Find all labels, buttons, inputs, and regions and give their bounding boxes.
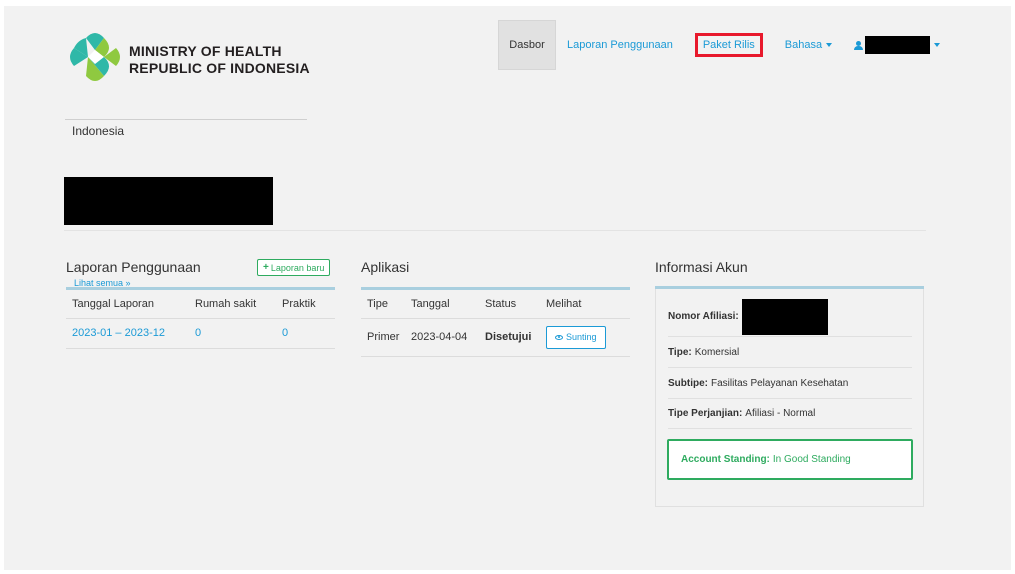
application-type: Primer: [361, 318, 411, 357]
edit-button[interactable]: Sunting: [546, 325, 606, 349]
country-label: Indonesia: [72, 124, 125, 138]
column-header: Tipe: [361, 290, 411, 319]
top-nav: Dasbor Laporan Penggunaan Paket Rilis Ba…: [498, 20, 951, 70]
chevron-down-icon: [934, 43, 941, 47]
new-report-button[interactable]: + Laporan baru: [257, 259, 331, 276]
eye-icon: [555, 334, 563, 340]
account-standing-value: In Good Standing: [772, 454, 851, 465]
subtype-label: Subtipe:: [668, 377, 708, 389]
logo-line-1: MINISTRY OF HEALTH: [129, 43, 282, 59]
divider: [65, 119, 307, 120]
nav-language-dropdown[interactable]: Bahasa: [774, 20, 843, 70]
agreement-type-value: Afiliasi - Normal: [745, 408, 816, 419]
nav-dashboard[interactable]: Dasbor: [498, 20, 556, 70]
applications-title: Aplikasi: [361, 259, 410, 275]
redacted-username: [865, 36, 931, 54]
affiliate-number-label: Nomor Afiliasi:: [668, 311, 739, 322]
user-icon: [854, 40, 864, 50]
application-date: 2023-04-04: [411, 318, 485, 357]
subtype-value: Fasilitas Pelayanan Kesehatan: [711, 377, 849, 389]
account-info-panel: Nomor Afiliasi: Tipe: Komersial Subtipe:…: [655, 289, 924, 507]
logo-icon: [70, 33, 120, 81]
plus-icon: +: [263, 262, 269, 273]
account-standing-label: Account Standing:: [681, 454, 770, 465]
nav-release-packages-label: Paket Rilis: [694, 33, 763, 57]
application-action-cell: Sunting: [546, 318, 630, 357]
usage-reports-title: Laporan Penggunaan: [66, 259, 201, 275]
type-label: Tipe:: [668, 346, 692, 358]
table-row: Primer 2023-04-04 Disetujui Sunting: [361, 318, 630, 357]
divider: [64, 230, 926, 231]
type-row: Tipe: Komersial: [668, 337, 912, 368]
report-period-link[interactable]: 2023-01 – 2023-12: [66, 318, 195, 349]
nav-language-label: Bahasa: [784, 39, 823, 51]
column-header: Rumah sakit: [195, 290, 282, 319]
page: MINISTRY OF HEALTH REPUBLIC OF INDONESIA…: [4, 6, 1011, 570]
edit-label: Sunting: [566, 332, 597, 342]
table-header-row: Tipe Tanggal Status Melihat: [361, 290, 630, 319]
column-header: Tanggal: [411, 290, 485, 319]
column-header: Praktik: [282, 290, 335, 319]
nav-release-packages[interactable]: Paket Rilis: [684, 20, 774, 70]
affiliate-number-row: Nomor Afiliasi:: [668, 297, 912, 337]
hospitals-count-link[interactable]: 0: [195, 318, 282, 349]
account-info-title: Informasi Akun: [655, 259, 748, 275]
new-report-label: Laporan baru: [270, 262, 325, 273]
practices-count-link[interactable]: 0: [282, 318, 335, 349]
account-standing-badge: Account Standing: In Good Standing: [667, 439, 913, 480]
type-value: Komersial: [694, 346, 740, 358]
redacted-organization-name: [64, 177, 273, 225]
table-header-row: Tanggal Laporan Rumah sakit Praktik: [66, 290, 335, 319]
column-header: Melihat: [546, 290, 630, 319]
redacted-affiliate-number: [741, 298, 828, 335]
application-status: Disetujui: [485, 318, 546, 357]
chevron-down-icon: [826, 43, 833, 47]
ministry-logo[interactable]: MINISTRY OF HEALTH REPUBLIC OF INDONESIA: [64, 26, 314, 90]
logo-text: MINISTRY OF HEALTH REPUBLIC OF INDONESIA: [129, 43, 310, 77]
nav-usage-reports[interactable]: Laporan Penggunaan: [556, 20, 684, 70]
column-header: Status: [485, 290, 546, 319]
agreement-type-row: Tipe Perjanjian: Afiliasi - Normal: [668, 399, 912, 429]
table-row: 2023-01 – 2023-12 0 0: [66, 318, 335, 349]
column-header: Tanggal Laporan: [66, 290, 195, 319]
logo-line-2: REPUBLIC OF INDONESIA: [129, 60, 310, 76]
subtype-row: Subtipe: Fasilitas Pelayanan Kesehatan: [668, 368, 912, 399]
nav-user-dropdown[interactable]: [843, 20, 951, 70]
usage-reports-table: Tanggal Laporan Rumah sakit Praktik 2023…: [66, 290, 335, 349]
applications-table: Tipe Tanggal Status Melihat Primer 2023-…: [361, 290, 630, 357]
agreement-type-label: Tipe Perjanjian:: [668, 408, 743, 419]
